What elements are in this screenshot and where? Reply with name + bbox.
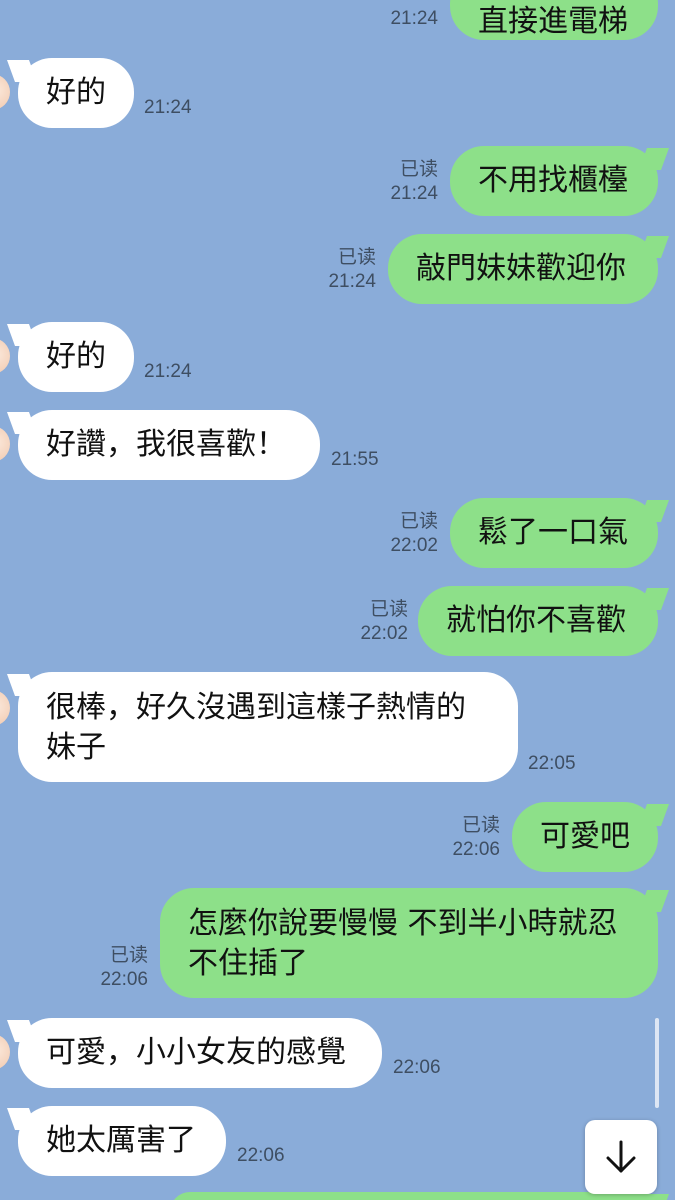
outgoing-message[interactable]: 敲門妹妹歡迎你: [388, 234, 658, 304]
message-time-text: 22:02: [360, 623, 408, 644]
message-text: 可愛，小小女友的感覺: [46, 1035, 346, 1070]
scrollbar[interactable]: [655, 1018, 659, 1108]
outgoing-message[interactable]: 怎麼你說要慢慢 不到半小時就忍 不住插了: [160, 888, 658, 998]
message-meta: 已读 21:24: [370, 158, 438, 206]
message-text: 鬆了一口氣: [478, 515, 628, 550]
message-meta: 已读 22:02: [340, 598, 408, 646]
message-meta: 已读 22:02: [370, 510, 438, 558]
message-text-line: 妹子: [46, 730, 106, 765]
message-text: 好讚，我很喜歡！: [46, 427, 286, 462]
message-text: 她太厲害了: [46, 1123, 196, 1158]
outgoing-message[interactable]: 就怕你不喜歡: [418, 586, 658, 656]
message-time: 21:55: [331, 448, 379, 472]
message-time: 21:24: [144, 360, 192, 384]
message-time: 22:06: [393, 1056, 441, 1080]
message-text: 直接進電梯: [478, 4, 628, 39]
read-receipt: 已读: [109, 945, 148, 966]
message-text-line: 不住插了: [188, 946, 308, 981]
message-time-text: 21:24: [144, 361, 192, 382]
contact-avatar[interactable]: [0, 690, 10, 726]
message-time: 21:24: [144, 96, 192, 120]
read-receipt: 已读: [369, 599, 408, 620]
outgoing-message[interactable]: 鬆了一口氣: [450, 498, 658, 568]
outgoing-message-partial[interactable]: [170, 1192, 658, 1200]
message-time: 22:05: [528, 752, 576, 776]
message-text-line: 很棒，好久沒遇到這樣子熱情的: [46, 690, 466, 725]
message-time-text: 21:24: [390, 183, 438, 204]
message-meta: 已读 22:06: [432, 814, 500, 862]
read-receipt: 已读: [461, 815, 500, 836]
message-text-line: 怎麼你說要慢慢 不到半小時就忍: [188, 906, 618, 941]
incoming-message[interactable]: 她太厲害了: [18, 1106, 226, 1176]
contact-avatar[interactable]: [0, 1034, 10, 1070]
message-time-text: 22:05: [528, 753, 576, 774]
message-text: 就怕你不喜歡: [446, 603, 626, 638]
message-text: 不用找櫃檯: [478, 163, 628, 198]
message-time-text: 22:06: [393, 1057, 441, 1078]
message-time: 22:06: [237, 1144, 285, 1168]
incoming-message[interactable]: 可愛，小小女友的感覺: [18, 1018, 382, 1088]
outgoing-message[interactable]: 可愛吧: [512, 802, 658, 872]
chat-window: 21:24 直接進電梯 好的 21:24 已读 21:24 不用找櫃檯 已读 2…: [0, 0, 675, 1200]
arrow-down-icon: [606, 1140, 636, 1173]
message-meta: 已读 22:06: [80, 944, 148, 992]
outgoing-message[interactable]: 直接進電梯: [450, 0, 658, 40]
message-time-text: 21:55: [331, 449, 379, 470]
incoming-message[interactable]: 好的: [18, 322, 134, 392]
message-time-text: 22:06: [100, 969, 148, 990]
contact-avatar[interactable]: [0, 426, 10, 462]
scroll-to-bottom-button[interactable]: [585, 1120, 657, 1194]
contact-avatar[interactable]: [0, 74, 10, 110]
read-receipt: 已读: [399, 511, 438, 532]
outgoing-message[interactable]: 不用找櫃檯: [450, 146, 658, 216]
message-time-text: 21:24: [390, 8, 438, 29]
message-text: 好的: [46, 339, 106, 374]
read-receipt: 已读: [399, 159, 438, 180]
message-text: 敲門妹妹歡迎你: [416, 251, 626, 286]
message-time-text: 22:02: [390, 535, 438, 556]
incoming-message[interactable]: 好讚，我很喜歡！: [18, 410, 320, 480]
message-time-text: 21:24: [144, 97, 192, 118]
message-time-text: 21:24: [328, 271, 376, 292]
message-meta: 已读 21:24: [310, 246, 376, 294]
incoming-message[interactable]: 好的: [18, 58, 134, 128]
incoming-message[interactable]: 很棒，好久沒遇到這樣子熱情的 妹子: [18, 672, 518, 782]
contact-avatar[interactable]: [0, 338, 10, 374]
message-time-text: 22:06: [237, 1145, 285, 1166]
message-text: 好的: [46, 75, 106, 110]
message-time-text: 22:06: [452, 839, 500, 860]
read-receipt: 已读: [337, 247, 376, 268]
message-text: 可愛吧: [540, 819, 630, 854]
message-time: 21:24: [370, 7, 438, 31]
